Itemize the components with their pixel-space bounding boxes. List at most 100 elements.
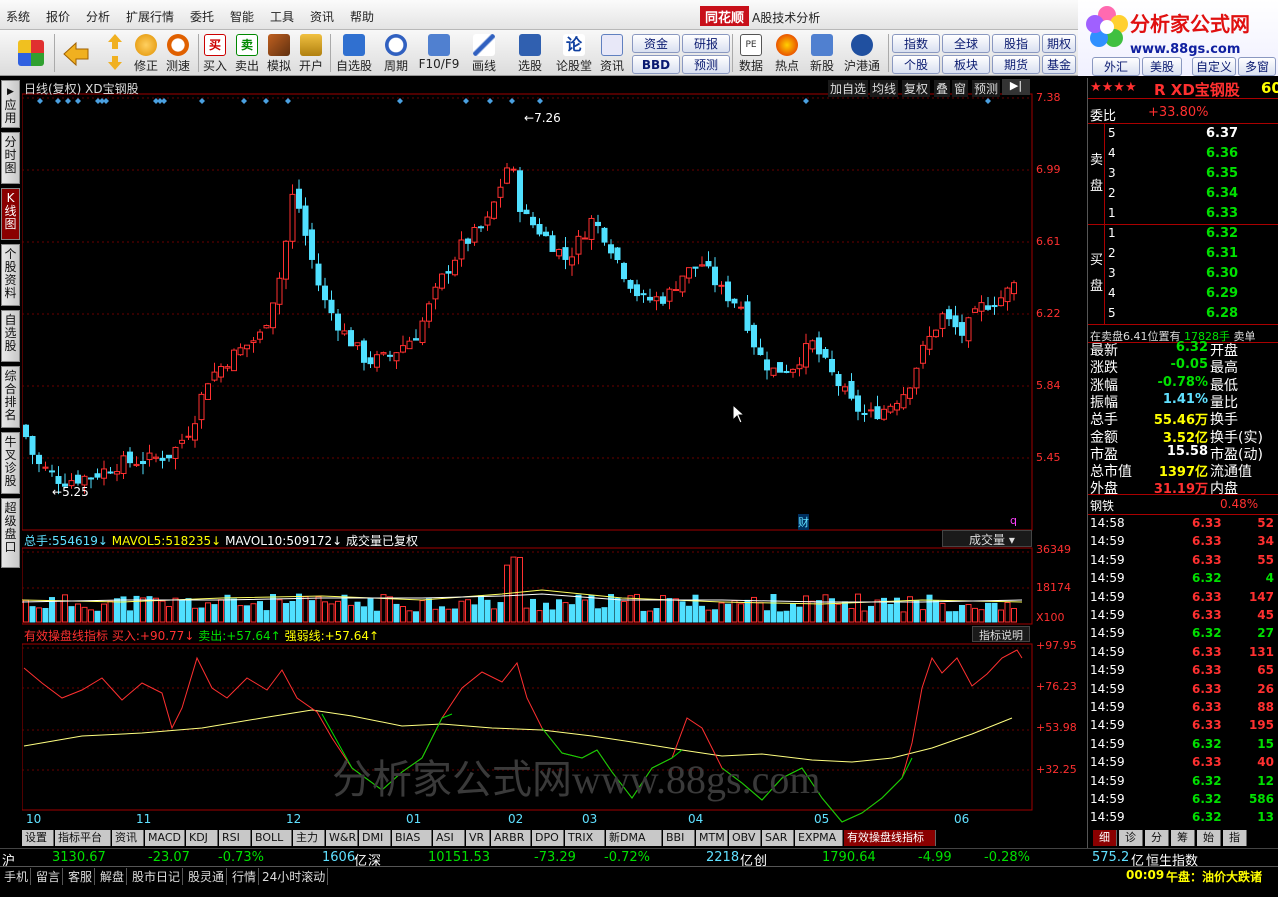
panel-tab[interactable]: 指	[1223, 830, 1247, 846]
tab-ranking[interactable]: 综合排名	[1, 366, 20, 428]
indicator-tab[interactable]: 资讯	[112, 830, 144, 846]
global-button[interactable]: 全球	[942, 34, 990, 53]
us-stock-button[interactable]: 美股	[1142, 57, 1182, 76]
indicator-help-button[interactable]: 指标说明	[972, 626, 1030, 642]
indicator-tab[interactable]: MTM	[696, 830, 728, 846]
f10-button[interactable]: F10/F9	[418, 32, 460, 74]
indicator-tab[interactable]: 设置	[22, 830, 54, 846]
menu-trade[interactable]: 委托	[190, 8, 214, 25]
options-button[interactable]: 期权	[1042, 34, 1076, 53]
status-message[interactable]: 留言	[34, 868, 64, 885]
panel-tab[interactable]: 诊	[1119, 830, 1143, 846]
predict-button[interactable]: 预测	[972, 80, 1001, 97]
menu-smart[interactable]: 智能	[230, 8, 254, 25]
menu-tools[interactable]: 工具	[270, 8, 294, 25]
indicator-tab[interactable]: BBI	[663, 830, 695, 846]
status-quote[interactable]: 行情	[230, 868, 260, 885]
sector-button[interactable]: 板块	[942, 55, 990, 74]
panel-tab[interactable]: 筹	[1171, 830, 1195, 846]
volume-selector[interactable]: 成交量 ▾	[942, 530, 1032, 547]
kline-chart-svg[interactable]: 分析家公式网www.88gs.com	[22, 78, 1086, 830]
panel-tab[interactable]: 细	[1093, 830, 1117, 846]
panel-tab[interactable]: 分	[1145, 830, 1169, 846]
indicator-tab[interactable]: VR	[466, 830, 490, 846]
status-service[interactable]: 客服	[66, 868, 96, 885]
menu-system[interactable]: 系统	[6, 8, 30, 25]
indicator-tab[interactable]: OBV	[729, 830, 761, 846]
hk-connect-button[interactable]: 沪港通	[842, 32, 882, 74]
status-mobile[interactable]: 手机	[2, 868, 32, 885]
pin-icon[interactable]: ▶|	[1002, 79, 1030, 95]
open-account-button[interactable]: 开户	[296, 32, 326, 74]
indicator-tab[interactable]: 有效操盘线指标	[844, 830, 936, 846]
sector-label[interactable]: 钢铁	[1090, 497, 1114, 514]
tab-diagnosis[interactable]: 牛叉诊股	[1, 432, 20, 494]
tab-timeshare[interactable]: 分时图	[1, 132, 20, 184]
menu-extended[interactable]: 扩展行情	[126, 8, 174, 25]
indicator-tab[interactable]: RSI	[219, 830, 251, 846]
menu-news[interactable]: 资讯	[310, 8, 334, 25]
indicator-tab[interactable]: ASI	[433, 830, 465, 846]
kline-chart-area[interactable]: 分析家公式网www.88gs.com 日线(复权) XD宝钢股 加自选 均线 复…	[22, 78, 1086, 830]
status-commentary[interactable]: 解盘	[98, 868, 128, 885]
multi-window-button[interactable]: 多窗	[1238, 57, 1276, 76]
indicator-tab[interactable]: TRIX	[565, 830, 605, 846]
menu-help[interactable]: 帮助	[350, 8, 374, 25]
simulate-button[interactable]: 模拟	[264, 32, 294, 74]
add-watch-button[interactable]: 加自选	[828, 80, 869, 97]
indicator-tab[interactable]: SAR	[762, 830, 794, 846]
sell-button[interactable]: 卖 卖出	[232, 32, 262, 74]
futures-button[interactable]: 期货	[992, 55, 1040, 74]
hotspot-button[interactable]: 热点	[772, 32, 802, 74]
tab-stock-profile[interactable]: 个股资料	[1, 244, 20, 306]
tab-watchlist[interactable]: 自选股	[1, 310, 20, 362]
layout-button[interactable]	[12, 32, 50, 74]
index-button[interactable]: 指数	[892, 34, 940, 53]
data-button[interactable]: PE 数据	[736, 32, 766, 74]
q-marker[interactable]: q	[1010, 514, 1017, 527]
ma-button[interactable]: 均线	[870, 80, 899, 97]
draw-line-button[interactable]: 画线	[464, 32, 504, 74]
indicator-tab[interactable]: BIAS	[392, 830, 432, 846]
indicator-tab[interactable]: 指标平台	[55, 830, 111, 846]
forecast-button[interactable]: 预测	[682, 55, 730, 74]
back-button[interactable]	[60, 32, 92, 74]
tab-super-order-book[interactable]: 超级盘口	[1, 498, 20, 568]
finance-marker[interactable]: 财	[798, 514, 809, 530]
funds-button[interactable]: 基金	[1042, 55, 1076, 74]
tab-kline[interactable]: K线图	[1, 188, 20, 240]
menu-quote[interactable]: 报价	[46, 8, 70, 25]
custom-button[interactable]: 自定义	[1192, 57, 1236, 76]
stock-select-button[interactable]: 选股	[508, 32, 552, 74]
indicator-tab[interactable]: DMI	[359, 830, 391, 846]
period-button[interactable]: 周期	[378, 32, 414, 74]
restore-rights-button[interactable]: 复权	[902, 80, 931, 97]
indicator-tab[interactable]: BOLL	[252, 830, 292, 846]
research-button[interactable]: 研报	[682, 34, 730, 53]
indicator-tab[interactable]: 新DMA	[606, 830, 662, 846]
panel-tab[interactable]: 始	[1197, 830, 1221, 846]
menu-analysis[interactable]: 分析	[86, 8, 110, 25]
indicator-tab[interactable]: ARBR	[491, 830, 531, 846]
up-down-button[interactable]	[104, 32, 126, 74]
buy-button[interactable]: 买 买入	[200, 32, 230, 74]
forex-button[interactable]: 外汇	[1092, 57, 1140, 76]
speed-test-button[interactable]: 测速	[162, 32, 194, 74]
tab-apps[interactable]: ▶ 应用	[1, 80, 20, 128]
fund-button[interactable]: 资金	[632, 34, 680, 53]
fix-button[interactable]: 修正	[130, 32, 162, 74]
stock-name[interactable]: R XD宝钢股	[1154, 79, 1240, 100]
watchlist-button[interactable]: 自选股	[334, 32, 374, 74]
status-stock-elf[interactable]: 股灵通	[186, 868, 228, 885]
news-button[interactable]: 资讯	[596, 32, 628, 74]
stock-index-button[interactable]: 股指	[992, 34, 1040, 53]
indicator-tab[interactable]: EXPMA	[795, 830, 843, 846]
indicator-tab[interactable]: 主力	[293, 830, 325, 846]
news-ticker[interactable]: 午盘：油价大跌诸	[1166, 868, 1276, 885]
indicator-tab[interactable]: DPO	[532, 830, 564, 846]
status-24h[interactable]: 24小时滚动	[260, 868, 329, 885]
indicator-tab[interactable]: W&R	[326, 830, 358, 846]
indicator-tab[interactable]: MACD	[145, 830, 185, 846]
indicator-tab[interactable]: KDJ	[186, 830, 218, 846]
new-stock-button[interactable]: 新股	[806, 32, 838, 74]
